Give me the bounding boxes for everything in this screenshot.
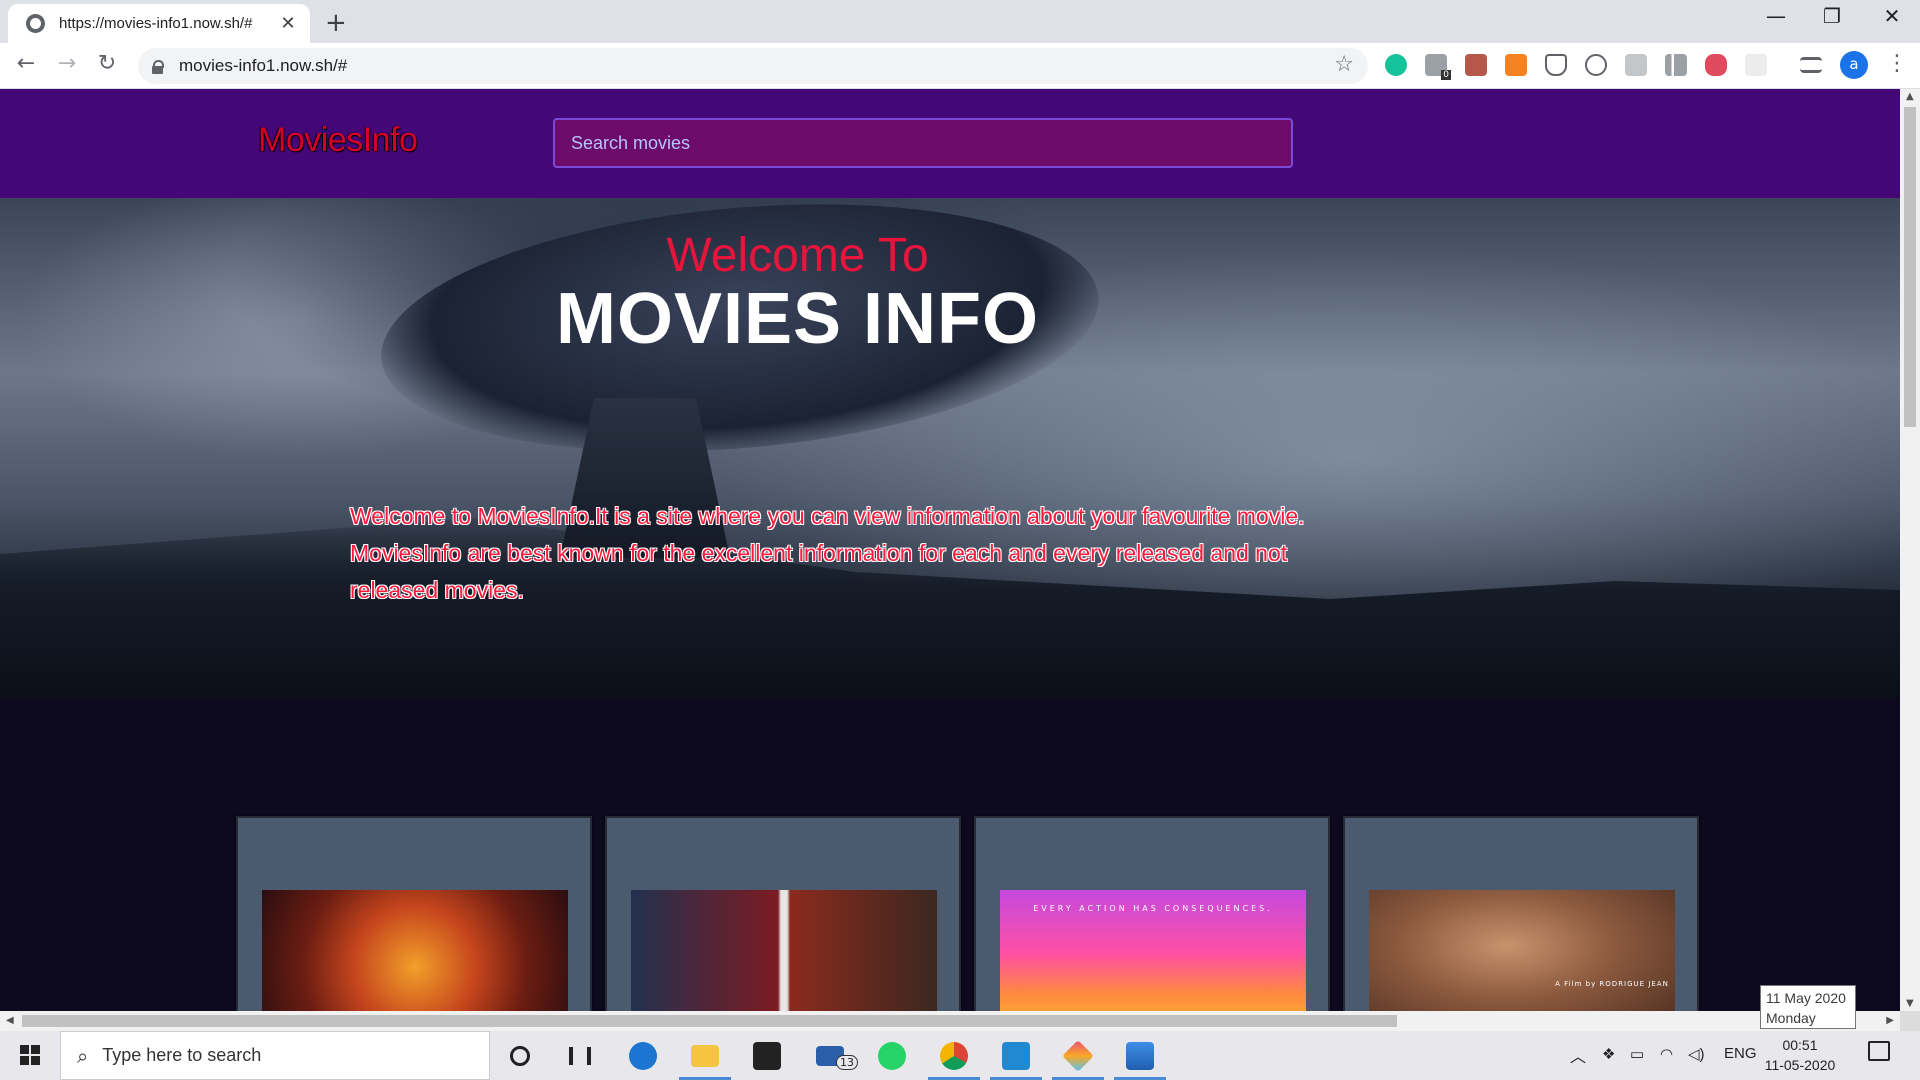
reload-icon[interactable]: ↻ xyxy=(91,51,123,76)
clock-date: 11-05-2020 xyxy=(1764,1057,1836,1073)
lock-icon xyxy=(152,59,164,74)
media-queue-icon[interactable] xyxy=(1800,57,1822,73)
mail-icon[interactable]: 13 xyxy=(800,1031,860,1080)
block-icon[interactable] xyxy=(1585,54,1607,76)
vertical-scrollbar[interactable]: ▲ ▼ xyxy=(1900,89,1920,1011)
movie-card[interactable] xyxy=(236,816,592,1011)
windows-taskbar: ⌕ Type here to search 13 ︿ ❖ ▭ ◠ ◁) ENG … xyxy=(0,1031,1920,1080)
notification-icon[interactable] xyxy=(1868,1041,1890,1061)
forward-arrow-icon[interactable]: → xyxy=(51,51,83,76)
file-explorer-icon[interactable] xyxy=(675,1031,735,1080)
grammarly-icon[interactable] xyxy=(1385,54,1407,76)
stats-extension-icon[interactable] xyxy=(1665,54,1687,76)
dropbox-icon[interactable]: ❖ xyxy=(1602,1045,1615,1063)
menu-kebab-icon[interactable]: ⋮ xyxy=(1886,51,1908,76)
notes-extension-icon[interactable] xyxy=(1625,54,1647,76)
poster-caption: A Film by RODRIGUE JEAN xyxy=(1555,980,1669,988)
bird-extension-icon[interactable] xyxy=(1705,54,1727,76)
globe-icon xyxy=(26,14,45,33)
search-input[interactable] xyxy=(553,118,1293,168)
whatsapp-icon[interactable] xyxy=(862,1031,922,1080)
address-bar[interactable]: movies-info1.now.sh/# ☆ xyxy=(138,48,1368,84)
movie-poster[interactable]: EVERY ACTION HAS CONSEQUENCES. xyxy=(1000,890,1306,1011)
tooltip-date: 11 May 2020 xyxy=(1766,990,1846,1006)
store-icon[interactable] xyxy=(737,1031,797,1080)
site-header: MoviesInfo xyxy=(0,89,1900,198)
scroll-up-icon[interactable]: ▲ xyxy=(1906,91,1914,102)
taskbar-search-placeholder: Type here to search xyxy=(102,1045,262,1065)
tab-strip: https://movies-info1.now.sh/# ✕ + — ❐ ✕ xyxy=(0,0,1920,43)
movie-poster[interactable] xyxy=(631,890,937,1011)
language-indicator[interactable]: ENG xyxy=(1724,1045,1757,1062)
scroll-down-icon[interactable]: ▼ xyxy=(1906,998,1914,1009)
task-view-icon[interactable] xyxy=(550,1031,610,1080)
pdf-extension-icon[interactable] xyxy=(1465,54,1487,76)
hero-welcome: Welcome To xyxy=(666,229,929,282)
tooltip-day: Monday xyxy=(1766,1010,1816,1026)
chevron-up-icon[interactable]: ︿ xyxy=(1570,1043,1586,1067)
scroll-left-icon[interactable]: ◀ xyxy=(6,1015,14,1026)
date-tooltip: 11 May 2020 Monday xyxy=(1760,985,1856,1029)
url-text: movies-info1.now.sh/# xyxy=(179,56,348,75)
mail-badge: 13 xyxy=(836,1055,858,1070)
close-window-icon[interactable]: ✕ xyxy=(1864,4,1920,28)
browser-toolbar: ← → ↻ movies-info1.now.sh/# ☆ 0 a ⋮ xyxy=(0,43,1920,89)
movie-card[interactable] xyxy=(605,816,961,1011)
hero-title: MOVIES INFO xyxy=(555,279,1040,359)
chrome-icon[interactable] xyxy=(924,1031,984,1080)
taskbar-clock[interactable]: 00:51 11-05-2020 xyxy=(1760,1035,1840,1075)
bookmark-star-icon[interactable]: ☆ xyxy=(1334,52,1354,77)
extension-badge-icon[interactable]: 0 xyxy=(1425,54,1451,80)
shield-icon[interactable] xyxy=(1545,54,1567,76)
battery-icon[interactable]: ▭ xyxy=(1630,1045,1644,1063)
movie-poster[interactable] xyxy=(262,890,568,1011)
movie-poster[interactable]: A Film by RODRIGUE JEAN xyxy=(1369,890,1675,1011)
edge-icon[interactable] xyxy=(613,1031,673,1080)
movie-card[interactable]: EVERY ACTION HAS CONSEQUENCES. xyxy=(974,816,1330,1011)
restore-icon[interactable]: ❐ xyxy=(1804,4,1860,28)
browser-tab[interactable]: https://movies-info1.now.sh/# ✕ xyxy=(8,4,310,43)
scroll-right-icon[interactable]: ▶ xyxy=(1886,1015,1894,1026)
minimize-icon[interactable]: — xyxy=(1748,4,1804,28)
profile-avatar[interactable]: a xyxy=(1840,51,1868,79)
taskbar-search[interactable]: ⌕ Type here to search xyxy=(60,1031,490,1080)
photos-icon[interactable] xyxy=(1110,1031,1170,1080)
cortana-icon[interactable] xyxy=(490,1031,550,1080)
vscode-icon[interactable] xyxy=(986,1031,1046,1080)
vertical-scroll-thumb[interactable] xyxy=(1904,107,1916,427)
scrollbar-corner xyxy=(1900,1011,1920,1031)
blank-extension-icon[interactable] xyxy=(1745,54,1767,76)
close-tab-icon[interactable]: ✕ xyxy=(278,13,298,34)
shopping-extension-icon[interactable] xyxy=(1505,54,1527,76)
windows-start-icon[interactable] xyxy=(0,1031,60,1080)
hero-description: Welcome to MoviesInfo.It is a site where… xyxy=(350,503,1305,603)
hero-banner: Welcome To MOVIES INFO Welcome to Movies… xyxy=(0,198,1900,698)
volume-icon[interactable]: ◁) xyxy=(1688,1045,1705,1063)
horizontal-scroll-thumb[interactable] xyxy=(22,1015,1397,1027)
site-logo[interactable]: MoviesInfo xyxy=(258,121,418,160)
back-arrow-icon[interactable]: ← xyxy=(10,51,42,76)
horizontal-scrollbar[interactable]: ◀ ▶ xyxy=(0,1011,1900,1031)
search-icon: ⌕ xyxy=(77,1043,89,1068)
tab-title: https://movies-info1.now.sh/# xyxy=(59,15,253,32)
page-viewport: MoviesInfo Welcome To MOVIES INFO Welcom… xyxy=(0,89,1900,1011)
movie-card[interactable]: A Film by RODRIGUE JEAN xyxy=(1343,816,1699,1011)
clock-time: 00:51 xyxy=(1782,1037,1818,1053)
poster-caption: EVERY ACTION HAS CONSEQUENCES. xyxy=(1033,904,1273,913)
git-kraken-icon[interactable] xyxy=(1048,1031,1108,1080)
extension-badge-count: 0 xyxy=(1441,70,1451,80)
wifi-icon[interactable]: ◠ xyxy=(1660,1045,1673,1063)
new-tab-button[interactable]: + xyxy=(325,8,347,38)
